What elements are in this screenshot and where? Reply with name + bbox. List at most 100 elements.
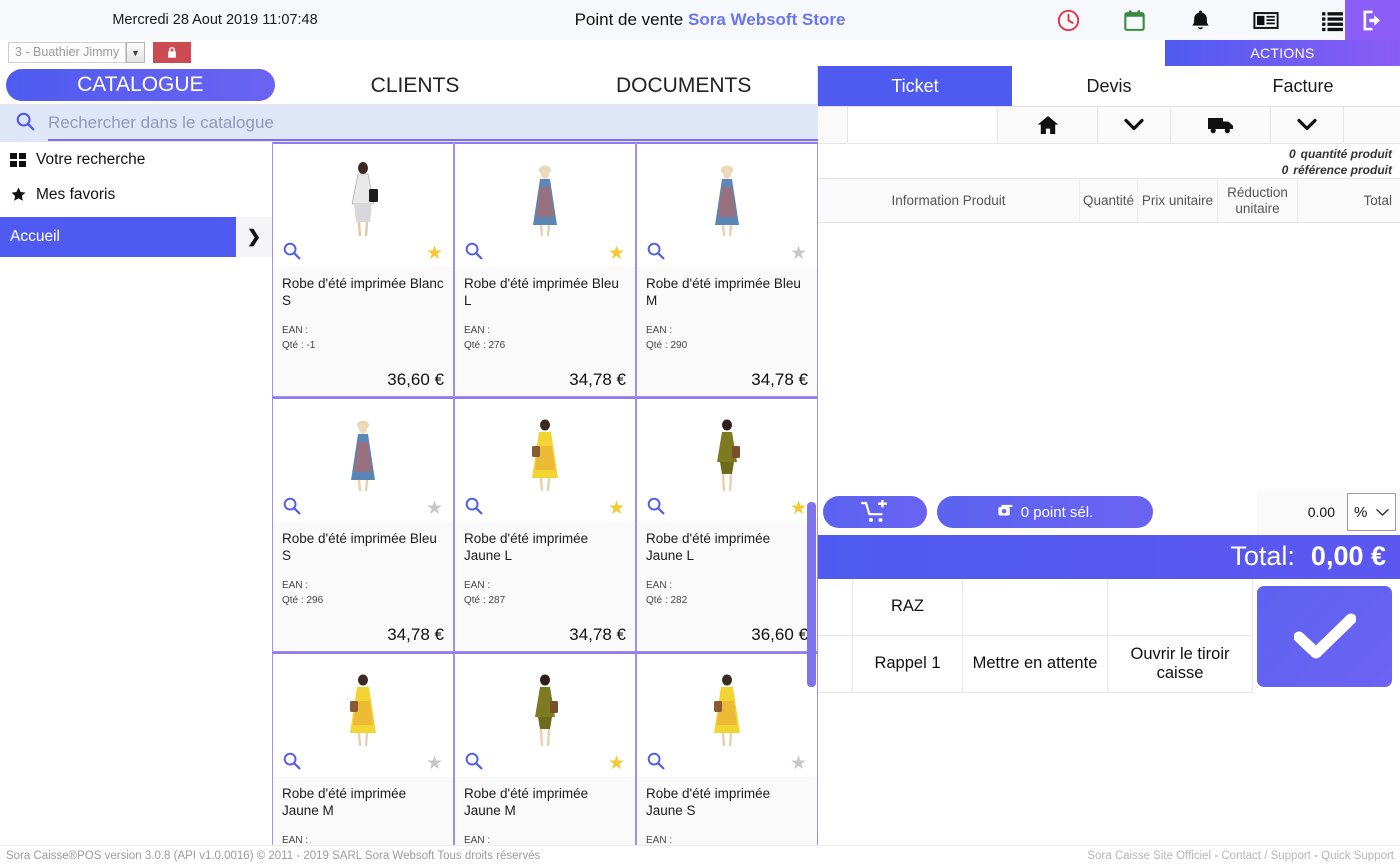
keypad-button-empty[interactable] xyxy=(818,635,853,693)
footer-link-site-officiel[interactable]: Sora Caisse Site Officiel xyxy=(1087,850,1211,862)
calendar-icon[interactable] xyxy=(1121,7,1147,33)
product-favorite-star-icon[interactable]: ★ xyxy=(426,244,443,263)
delivery-dropdown-chevron-down-icon[interactable] xyxy=(1271,107,1344,143)
product-qty: Qté : 296 xyxy=(282,595,324,606)
validate-sale-button[interactable] xyxy=(1257,585,1392,687)
product-counters: 0 quantité produit 0 référence produit xyxy=(818,144,1400,178)
product-zoom-icon[interactable] xyxy=(281,750,302,776)
product-zoom-icon[interactable] xyxy=(463,495,484,521)
store-name: Sora Websoft Store xyxy=(688,10,846,29)
truck-icon[interactable] xyxy=(1171,107,1271,143)
chevron-right-icon[interactable]: ❯ xyxy=(236,217,272,257)
chevron-down-icon[interactable]: ▼ xyxy=(126,42,145,63)
product-name: Robe d'été imprimée Jaune M xyxy=(464,786,589,818)
tab-facture[interactable]: Facture xyxy=(1206,66,1400,106)
footer-separator: - xyxy=(1314,849,1318,862)
sidebar-item-accueil[interactable]: Accueil ❯ xyxy=(0,217,272,257)
product-zoom-icon[interactable] xyxy=(645,750,666,776)
product-zoom-icon[interactable] xyxy=(463,750,484,776)
tab-ticket[interactable]: Ticket xyxy=(818,66,1012,106)
product-favorite-star-icon[interactable]: ★ xyxy=(608,244,625,263)
product-image xyxy=(637,144,817,239)
lock-session-button[interactable] xyxy=(153,42,191,63)
keypad-button-rappel-1[interactable]: Rappel 1 xyxy=(853,635,963,693)
keypad-button-empty[interactable] xyxy=(1108,578,1253,636)
search-icon xyxy=(14,110,36,137)
product-card[interactable]: ★ Robe d'été imprimée Bleu L EAN : Qté : 2… xyxy=(454,142,636,397)
sidebar-item-mes-favoris[interactable]: Mes favoris xyxy=(0,177,272,212)
product-qty: Qté : 276 xyxy=(464,340,506,351)
product-zoom-icon[interactable] xyxy=(463,240,484,266)
home-icon[interactable] xyxy=(998,107,1098,143)
discount-unit-select[interactable]: % xyxy=(1347,493,1396,531)
product-name: Robe d'été imprimée Jaune L xyxy=(464,531,589,563)
product-favorite-star-icon[interactable]: ★ xyxy=(426,499,443,518)
ticket-action-bar: 0 point sél. 0.00 % xyxy=(818,489,1400,535)
loyalty-points-button[interactable]: 0 point sél. xyxy=(937,496,1153,528)
product-favorite-star-icon[interactable]: ★ xyxy=(608,499,625,518)
tab-catalogue[interactable]: CATALOGUE xyxy=(6,69,275,101)
product-card[interactable]: ★ Robe d'été imprimée Jaune S EAN : Qté : xyxy=(636,652,818,845)
ticket-lines-area xyxy=(818,223,1400,490)
clock-icon[interactable] xyxy=(1055,7,1081,33)
discount-input[interactable]: 0.00 xyxy=(1257,504,1347,520)
toolbar-empty-field[interactable] xyxy=(848,107,998,143)
product-favorite-star-icon[interactable]: ★ xyxy=(790,499,807,518)
current-datetime: Mercredi 28 Aout 2019 11:07:48 xyxy=(112,12,318,28)
footer-link-contact-support[interactable]: Contact / Support xyxy=(1221,850,1311,862)
product-favorite-star-icon[interactable]: ★ xyxy=(608,754,625,773)
keypad-button-empty[interactable] xyxy=(963,578,1108,636)
product-ean: EAN : xyxy=(282,580,309,591)
product-zoom-icon[interactable] xyxy=(645,495,666,521)
catalog-scrollbar[interactable] xyxy=(807,502,816,687)
tab-documents[interactable]: DOCUMENTS xyxy=(549,66,818,105)
keypad-button-mettre-en-attente[interactable]: Mettre en attente xyxy=(963,635,1108,693)
tab-devis[interactable]: Devis xyxy=(1012,66,1206,106)
catalog-search-bar xyxy=(0,105,818,142)
product-zoom-icon[interactable] xyxy=(645,240,666,266)
product-image xyxy=(273,399,453,494)
product-zoom-icon[interactable] xyxy=(281,240,302,266)
product-card[interactable]: ★ Robe d'été imprimée Bleu M EAN : Qté : 2… xyxy=(636,142,818,397)
product-zoom-icon[interactable] xyxy=(281,495,302,521)
add-to-cart-button[interactable] xyxy=(823,496,927,528)
product-meta: EAN : Qté : xyxy=(646,833,808,845)
product-price: 34,78 € xyxy=(751,370,808,389)
product-card[interactable]: ★ Robe d'été imprimée Jaune L EAN : Qté : … xyxy=(454,397,636,652)
product-card[interactable]: ★ Robe d'été imprimée Jaune M EAN : Qté : xyxy=(272,652,454,845)
cashier-select-group: 3 - Buathier Jimmy ▼ xyxy=(8,42,191,63)
logout-button[interactable] xyxy=(1345,0,1400,40)
cashier-select[interactable]: 3 - Buathier Jimmy xyxy=(8,42,126,63)
footer-separator: - xyxy=(1214,849,1219,862)
product-name: Robe d'été imprimée Bleu L xyxy=(464,276,619,308)
footer-link-quick-support[interactable]: Quick Support xyxy=(1321,850,1394,862)
footer-copyright: Sora Caisse®POS version 3.0.8 (API v1.0.… xyxy=(6,849,541,862)
product-card[interactable]: ★ Robe d'été imprimée Jaune L EAN : Qté : … xyxy=(636,397,818,652)
product-grid: ★ Robe d'été imprimée Blanc S EAN : Qté : … xyxy=(272,142,818,845)
product-meta: EAN : Qté : xyxy=(282,833,444,845)
keypad-button-ouvrir-le-tiroir-caisse[interactable]: Ouvrir le tiroir caisse xyxy=(1108,635,1253,693)
search-input[interactable] xyxy=(48,106,818,141)
product-favorite-star-icon[interactable]: ★ xyxy=(790,754,807,773)
product-card[interactable]: ★ Robe d'été imprimée Jaune M EAN : Qté : xyxy=(454,652,636,845)
actions-banner[interactable]: ACTIONS xyxy=(1165,40,1400,66)
product-favorite-star-icon[interactable]: ★ xyxy=(426,754,443,773)
reference-count-value: 0 xyxy=(1281,163,1289,177)
product-card[interactable]: ★ Robe d'été imprimée Bleu S EAN : Qté : 2… xyxy=(272,397,454,652)
product-card-body: Robe d'été imprimée Jaune M EAN : Qté : xyxy=(273,777,453,845)
product-favorite-star-icon[interactable]: ★ xyxy=(790,244,807,263)
sidebar-item-votre-recherche[interactable]: Votre recherche xyxy=(0,142,272,177)
bell-icon[interactable] xyxy=(1187,7,1213,33)
keypad-button-raz[interactable]: RAZ xyxy=(853,578,963,636)
list-icon[interactable] xyxy=(1319,7,1345,33)
footer-bar: Sora Caisse®POS version 3.0.8 (API v1.0.… xyxy=(0,845,1400,865)
product-card-body: Robe d'été imprimée Jaune M EAN : Qté : xyxy=(455,777,635,845)
home-dropdown-chevron-down-icon[interactable] xyxy=(1098,107,1171,143)
tab-clients[interactable]: CLIENTS xyxy=(281,66,550,105)
news-icon[interactable] xyxy=(1253,7,1279,33)
keypad-button-empty[interactable] xyxy=(818,578,853,636)
product-card-tools: ★ xyxy=(455,494,635,522)
product-card[interactable]: ★ Robe d'été imprimée Blanc S EAN : Qté : … xyxy=(272,142,454,397)
quantity-count-label: quantité produit xyxy=(1300,147,1392,161)
product-ean: EAN : xyxy=(464,325,491,336)
